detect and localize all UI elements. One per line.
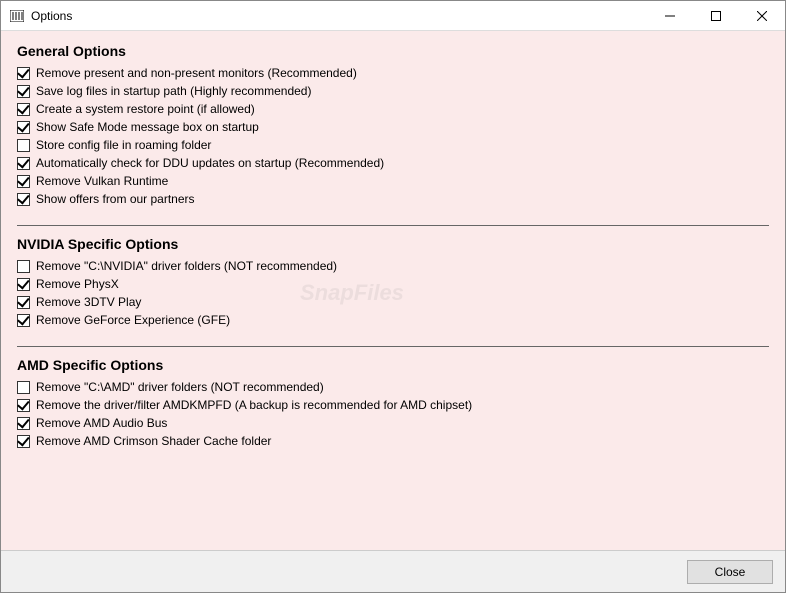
option-label: Remove Vulkan Runtime (36, 174, 168, 188)
section-divider (17, 225, 769, 226)
option-label: Create a system restore point (if allowe… (36, 102, 255, 116)
option-row[interactable]: Remove Vulkan Runtime (17, 173, 769, 189)
option-label: Show offers from our partners (36, 192, 195, 206)
option-label: Save log files in startup path (Highly r… (36, 84, 311, 98)
option-row[interactable]: Remove 3DTV Play (17, 294, 769, 310)
option-row[interactable]: Remove GeForce Experience (GFE) (17, 312, 769, 328)
app-icon (9, 8, 25, 24)
option-label: Remove AMD Audio Bus (36, 416, 167, 430)
checkbox[interactable] (17, 278, 30, 291)
checkbox[interactable] (17, 417, 30, 430)
option-row[interactable]: Remove PhysX (17, 276, 769, 292)
section-title: AMD Specific Options (17, 357, 769, 373)
section-title: NVIDIA Specific Options (17, 236, 769, 252)
checkbox[interactable] (17, 121, 30, 134)
minimize-button[interactable] (647, 1, 693, 30)
option-label: Show Safe Mode message box on startup (36, 120, 259, 134)
option-label: Remove PhysX (36, 277, 119, 291)
checkbox[interactable] (17, 193, 30, 206)
option-label: Automatically check for DDU updates on s… (36, 156, 384, 170)
checkbox[interactable] (17, 381, 30, 394)
option-row[interactable]: Remove present and non-present monitors … (17, 65, 769, 81)
option-label: Remove AMD Crimson Shader Cache folder (36, 434, 271, 448)
option-label: Remove present and non-present monitors … (36, 66, 357, 80)
checkbox[interactable] (17, 314, 30, 327)
checkbox[interactable] (17, 296, 30, 309)
window-title: Options (31, 9, 647, 23)
section-title: General Options (17, 43, 769, 59)
checkbox[interactable] (17, 67, 30, 80)
option-label: Store config file in roaming folder (36, 138, 211, 152)
checkbox[interactable] (17, 260, 30, 273)
option-label: Remove "C:\AMD" driver folders (NOT reco… (36, 380, 324, 394)
option-row[interactable]: Automatically check for DDU updates on s… (17, 155, 769, 171)
checkbox[interactable] (17, 399, 30, 412)
options-panel: General Options Remove present and non-pr… (1, 31, 785, 550)
option-label: Remove "C:\NVIDIA" driver folders (NOT r… (36, 259, 337, 273)
titlebar-controls (647, 1, 785, 30)
maximize-button[interactable] (693, 1, 739, 30)
option-row[interactable]: Remove the driver/filter AMDKMPFD (A bac… (17, 397, 769, 413)
option-label: Remove 3DTV Play (36, 295, 141, 309)
checkbox[interactable] (17, 103, 30, 116)
option-row[interactable]: Show offers from our partners (17, 191, 769, 207)
option-row[interactable]: Show Safe Mode message box on startup (17, 119, 769, 135)
option-label: Remove GeForce Experience (GFE) (36, 313, 230, 327)
close-window-button[interactable] (739, 1, 785, 30)
titlebar: Options (1, 1, 785, 31)
option-row[interactable]: Create a system restore point (if allowe… (17, 101, 769, 117)
option-row[interactable]: Save log files in startup path (Highly r… (17, 83, 769, 99)
checkbox[interactable] (17, 435, 30, 448)
option-row[interactable]: Remove AMD Audio Bus (17, 415, 769, 431)
checkbox[interactable] (17, 175, 30, 188)
option-label: Remove the driver/filter AMDKMPFD (A bac… (36, 398, 472, 412)
option-row[interactable]: Remove AMD Crimson Shader Cache folder (17, 433, 769, 449)
section-divider (17, 346, 769, 347)
footer: Close (1, 550, 785, 592)
close-button[interactable]: Close (687, 560, 773, 584)
checkbox[interactable] (17, 139, 30, 152)
checkbox[interactable] (17, 157, 30, 170)
option-row[interactable]: Store config file in roaming folder (17, 137, 769, 153)
checkbox[interactable] (17, 85, 30, 98)
option-row[interactable]: Remove "C:\NVIDIA" driver folders (NOT r… (17, 258, 769, 274)
option-row[interactable]: Remove "C:\AMD" driver folders (NOT reco… (17, 379, 769, 395)
